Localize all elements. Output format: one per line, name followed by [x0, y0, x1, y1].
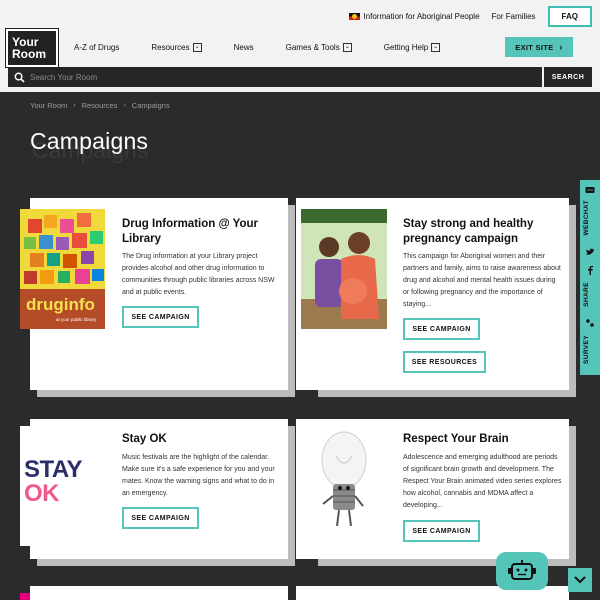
breadcrumb-your-room[interactable]: Your Room: [30, 101, 67, 110]
top-links-bar: Information for Aboriginal People For Fa…: [349, 5, 592, 27]
page-title: Campaigns: [30, 128, 149, 154]
for-families-link[interactable]: For Families: [492, 12, 536, 21]
search-bar: SEARCH: [8, 67, 592, 87]
see-campaign-button[interactable]: SEE CAMPAIGN: [122, 507, 199, 529]
nav-item-news[interactable]: News: [234, 43, 254, 52]
card-description: This campaign for Aboriginal women and t…: [403, 253, 561, 308]
share-label[interactable]: SHARE: [583, 282, 590, 307]
breadcrumb-resources[interactable]: Resources: [82, 101, 118, 110]
search-icon: [8, 67, 30, 87]
faq-button[interactable]: FAQ: [547, 5, 592, 27]
site-header: Information for Aboriginal People For Fa…: [0, 0, 600, 92]
card-description: Music festivals are the highlight of the…: [122, 454, 275, 497]
facebook-icon[interactable]: [585, 265, 595, 275]
respect-brain-thumbnail[interactable]: [301, 426, 387, 546]
chevron-down-icon[interactable]: ⌄: [342, 42, 352, 52]
chevron-down-icon[interactable]: ⌄: [431, 42, 441, 52]
drug-info-thumbnail[interactable]: druginfo at your public library: [20, 209, 105, 329]
logo-line-2: Room: [12, 47, 46, 61]
chevron-down-icon[interactable]: ⌄: [192, 42, 202, 52]
survey-icon[interactable]: [585, 318, 595, 328]
nav-item-games-tools[interactable]: Games & Tools ⌄: [285, 42, 352, 52]
see-resources-button[interactable]: SEE RESOURCES: [403, 351, 486, 373]
nav-item-getting-help[interactable]: Getting Help ⌄: [383, 42, 441, 52]
see-campaign-button[interactable]: SEE CAMPAIGN: [122, 306, 199, 328]
stay-strong-thumbnail[interactable]: [301, 209, 387, 329]
aboriginal-flag-icon: [349, 12, 361, 20]
stay-ok-logo-word-2: OK: [24, 480, 60, 507]
thumb-caption: at your public library: [56, 317, 97, 322]
aboriginal-info-link[interactable]: Information for Aboriginal People: [349, 11, 480, 21]
nav-label: News: [233, 42, 254, 52]
card-title[interactable]: Respect Your Brain: [403, 432, 563, 447]
card-title[interactable]: Stay OK: [122, 432, 282, 447]
survey-label[interactable]: SURVEY: [583, 335, 590, 364]
see-campaign-button[interactable]: SEE CAMPAIGN: [403, 318, 480, 340]
nav-label: Games & Tools: [285, 42, 340, 52]
exit-site-button[interactable]: EXIT SITE ›: [505, 37, 573, 57]
chevron-right-icon: ›: [123, 102, 126, 109]
chevron-right-icon: ›: [73, 102, 76, 109]
nav-label: Getting Help: [383, 42, 429, 52]
see-campaign-button[interactable]: SEE CAMPAIGN: [403, 520, 480, 542]
chevron-right-icon: ›: [559, 42, 563, 52]
chevron-down-icon: [574, 576, 586, 584]
robot-icon: [508, 560, 536, 580]
nav-label: A-Z of Drugs: [74, 42, 120, 52]
stay-ok-thumbnail[interactable]: STAY OK: [20, 426, 105, 546]
card-title[interactable]: Stay strong and healthy pregnancy campai…: [403, 217, 563, 247]
twitter-icon[interactable]: [585, 247, 595, 257]
search-button[interactable]: SEARCH: [542, 67, 592, 87]
scroll-down-button[interactable]: [568, 568, 592, 592]
main-nav: A-Z of Drugs Resources ⌄ News Games & To…: [74, 37, 472, 57]
lightbulb-character-image: [321, 431, 367, 527]
next-card-edge: [30, 586, 288, 600]
breadcrumb: Your Room › Resources › Campaigns: [30, 101, 170, 110]
couple-illustration: [301, 209, 387, 329]
breadcrumb-campaigns: Campaigns: [131, 101, 170, 110]
aboriginal-info-label: Information for Aboriginal People: [363, 11, 480, 21]
nav-item-a-z-of-drugs[interactable]: A-Z of Drugs: [74, 43, 119, 52]
card-description: Adolescence and emerging adulthood are p…: [403, 454, 562, 509]
chat-bubble-icon[interactable]: [585, 186, 595, 196]
mosaic-image: druginfo at your public library: [20, 209, 105, 329]
exit-site-label: EXIT SITE: [515, 42, 554, 52]
search-input[interactable]: [30, 67, 542, 87]
your-room-logo[interactable]: Your Room: [5, 28, 59, 68]
webchat-label[interactable]: WEBCHAT: [583, 200, 590, 236]
stay-ok-logo-word-1: STAY: [24, 456, 83, 483]
card-title[interactable]: Drug Information @ Your Library: [122, 217, 282, 247]
chatbot-button[interactable]: [496, 552, 548, 590]
nav-label: Resources: [151, 42, 190, 52]
side-tab: WEBCHAT SHARE SURVEY: [580, 180, 600, 375]
thumb-text: druginfo: [26, 295, 95, 314]
nav-item-resources[interactable]: Resources ⌄: [151, 42, 202, 52]
card-description: The Drug information at your Library pro…: [122, 253, 275, 296]
